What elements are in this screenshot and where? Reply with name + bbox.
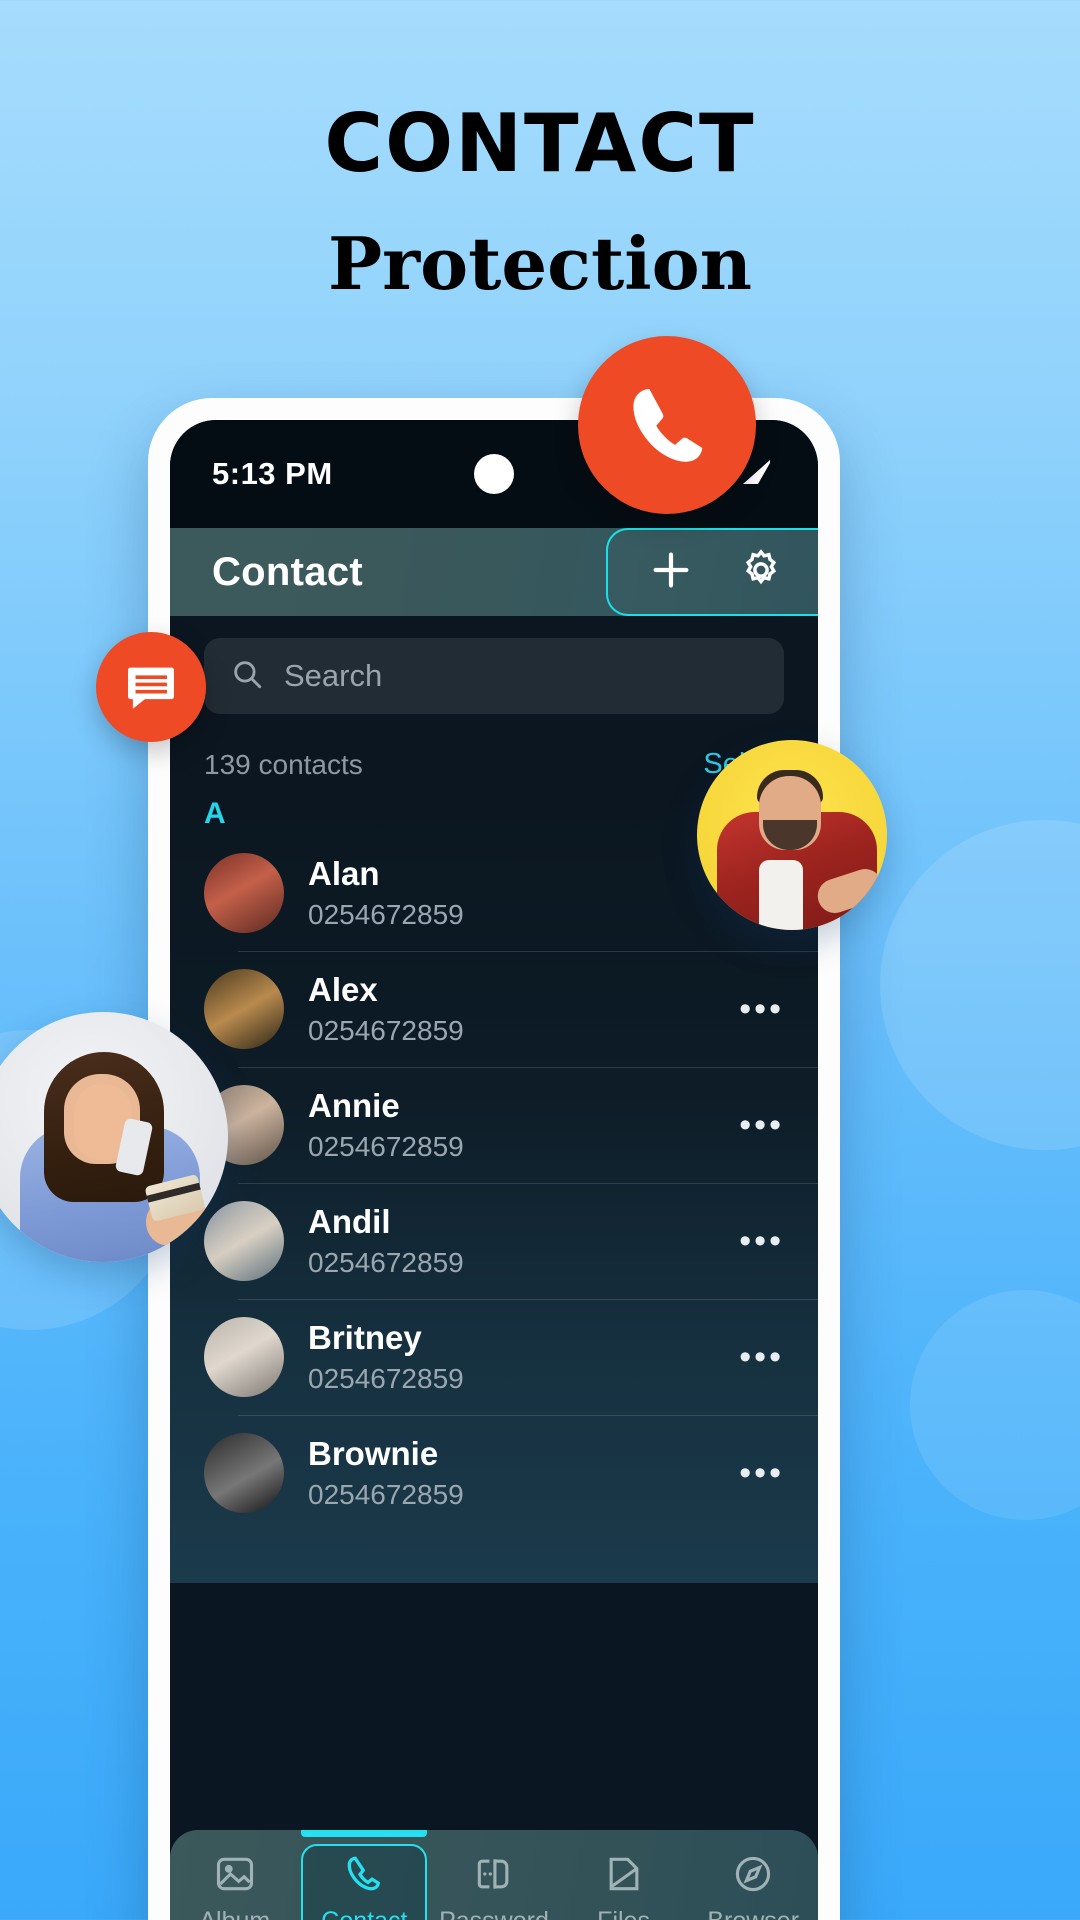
files-icon (602, 1852, 646, 1901)
row-more-icon[interactable]: ••• (739, 1340, 784, 1374)
message-badge (96, 632, 206, 742)
bottom-navigation: Album Contact (170, 1830, 818, 1920)
contact-info: Annie 0254672859 (284, 1087, 464, 1163)
phone-screen: 5:13 PM Contact Search 139 contacts A Al… (170, 420, 818, 1920)
table-row[interactable]: Britney 0254672859 ••• (170, 1299, 818, 1415)
gear-icon[interactable] (738, 547, 784, 598)
contact-info: Brownie 0254672859 (284, 1435, 464, 1511)
contact-number: 0254672859 (308, 1363, 464, 1394)
contact-number: 0254672859 (308, 899, 464, 930)
avatar (204, 853, 284, 933)
photo-man-undershirt (759, 860, 803, 930)
phone-mockup: 5:13 PM Contact Search 139 contacts A Al… (148, 398, 840, 1920)
search-placeholder: Search (284, 658, 383, 693)
contact-number: 0254672859 (308, 1015, 464, 1046)
row-more-icon[interactable]: ••• (739, 1224, 784, 1258)
background-circle-right (880, 820, 1080, 1150)
search-input[interactable]: Search (204, 638, 784, 714)
tab-label: Files (597, 1907, 650, 1920)
phone-icon (633, 388, 703, 462)
page-title: Contact (212, 549, 363, 594)
contact-name: Annie (308, 1087, 400, 1124)
table-row[interactable]: Alex 0254672859 ••• (170, 951, 818, 1067)
poster-headline: CONTACT Protection (0, 104, 1080, 300)
contact-info: Alex 0254672859 (284, 971, 464, 1047)
contact-name: Brownie (308, 1435, 439, 1472)
table-row[interactable]: Brownie 0254672859 ••• (170, 1415, 818, 1531)
phone-badge (578, 336, 756, 514)
contacts-count: 139 contacts (204, 748, 363, 780)
phone-icon (342, 1852, 386, 1901)
tab-password[interactable]: Password (429, 1830, 559, 1920)
contact-number: 0254672859 (308, 1131, 464, 1162)
contact-name: Britney (308, 1319, 422, 1356)
password-icon (472, 1852, 516, 1901)
avatar (204, 1201, 284, 1281)
compass-icon (731, 1852, 775, 1901)
tab-files[interactable]: Files (559, 1830, 689, 1920)
contact-info: Britney 0254672859 (284, 1319, 464, 1395)
avatar (204, 969, 284, 1049)
contact-number: 0254672859 (308, 1247, 464, 1278)
tab-label: Password (439, 1907, 549, 1920)
add-contact-button[interactable] (648, 547, 694, 598)
contact-info: Andil 0254672859 (284, 1203, 464, 1279)
contact-name: Andil (308, 1203, 391, 1240)
table-row[interactable]: Andil 0254672859 ••• (170, 1183, 818, 1299)
status-bar-time: 5:13 PM (212, 456, 333, 491)
app-bar: Contact (170, 528, 818, 616)
contact-name: Alan (308, 855, 380, 892)
row-more-icon[interactable]: ••• (739, 992, 784, 1026)
tab-label: Album (199, 1907, 270, 1920)
avatar (204, 1317, 284, 1397)
table-row[interactable]: Annie 0254672859 ••• (170, 1067, 818, 1183)
background-circle-right-lower (910, 1290, 1080, 1520)
tab-album[interactable]: Album (170, 1830, 300, 1920)
headline-line-2: Protection (328, 221, 752, 306)
tab-label: Contact (321, 1907, 407, 1920)
search-icon (230, 657, 264, 696)
image-icon (213, 1852, 257, 1901)
contact-name: Alex (308, 971, 378, 1008)
headline-line-1: CONTACT (324, 97, 756, 190)
row-more-icon[interactable]: ••• (739, 1108, 784, 1142)
tab-contact[interactable]: Contact (300, 1830, 430, 1920)
app-bar-actions (606, 528, 818, 616)
avatar (204, 1433, 284, 1513)
row-more-icon[interactable]: ••• (739, 1456, 784, 1490)
active-tab-indicator (301, 1830, 428, 1837)
tab-browser[interactable]: Browser (688, 1830, 818, 1920)
tab-label: Browser (707, 1907, 799, 1920)
front-camera-punch-hole-icon (474, 454, 514, 494)
contact-info: Alan 0254672859 (284, 855, 464, 931)
photo-man-on-phone (697, 740, 887, 930)
message-icon (128, 667, 174, 709)
contact-number: 0254672859 (308, 1479, 464, 1510)
search-section: Search (170, 616, 818, 732)
